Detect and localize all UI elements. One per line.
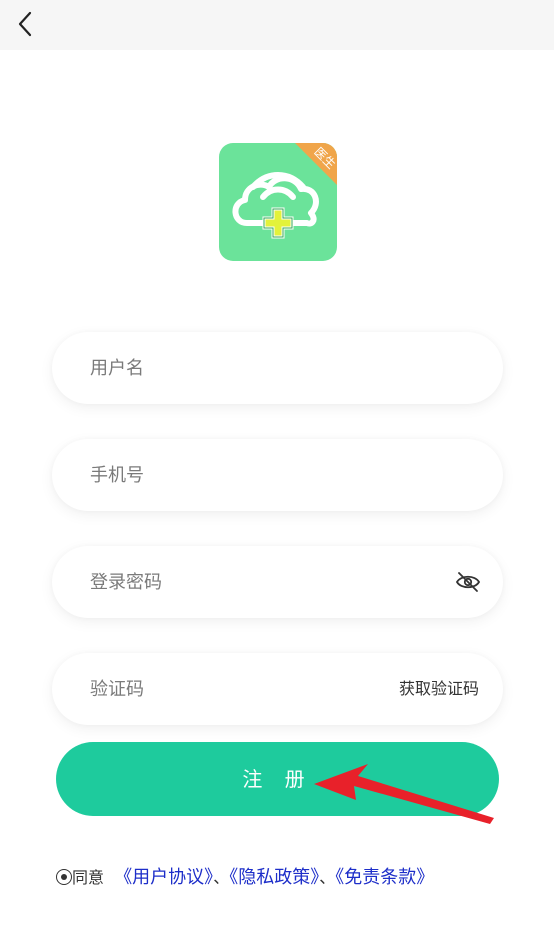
password-input[interactable] [90, 546, 420, 618]
verification-code-input[interactable] [90, 653, 380, 725]
username-field-container [52, 332, 503, 404]
get-code-button[interactable]: 获取验证码 [399, 653, 479, 725]
top-bar [0, 0, 554, 50]
app-logo: 医生 [219, 143, 337, 261]
disclaimer-link[interactable]: 《免责条款》 [335, 867, 434, 888]
username-input[interactable] [90, 332, 420, 404]
phone-field-container [52, 439, 503, 511]
agreement-row: 同意 《用户协议》、《隐私政策》、《免责条款》 [56, 864, 434, 892]
user-agreement-link[interactable]: 《用户协议》 [114, 867, 213, 888]
password-field-container [52, 546, 503, 618]
cloud-wifi-logo-icon: 医生 [232, 143, 337, 239]
privacy-policy-link[interactable]: 《隐私政策》 [229, 867, 319, 888]
register-button[interactable]: 注 册 [56, 742, 499, 816]
back-button[interactable] [12, 8, 42, 42]
chevron-left-icon [18, 11, 32, 37]
separator-1: 、 [213, 868, 230, 887]
password-visibility-toggle[interactable] [455, 570, 481, 594]
separator-2: 、 [319, 868, 336, 887]
eye-off-icon [455, 572, 481, 592]
register-page: 医生 获取验证码 注 册 [0, 0, 554, 935]
phone-input[interactable] [90, 439, 420, 511]
code-field-container: 获取验证码 [52, 653, 503, 725]
agree-radio[interactable] [56, 869, 72, 885]
agree-prefix: 同意 [72, 868, 105, 887]
